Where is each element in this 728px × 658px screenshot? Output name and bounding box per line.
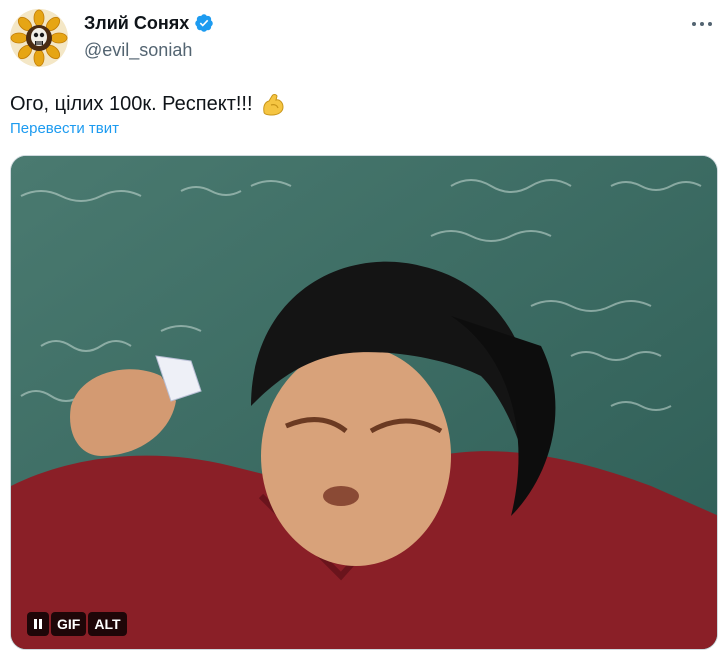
sunflower-skull-icon xyxy=(10,9,68,67)
author-handle[interactable]: @evil_soniah xyxy=(84,40,192,61)
gif-frame-image xyxy=(11,156,717,649)
gif-media[interactable]: GIF ALT xyxy=(10,155,718,650)
media-controls: GIF ALT xyxy=(27,612,127,636)
pause-icon xyxy=(34,619,42,629)
gif-badge[interactable]: GIF xyxy=(51,612,87,636)
tweet-card: Злий Сонях @evil_soniah Ого, цілих 100к.… xyxy=(0,0,728,658)
more-dots-icon xyxy=(692,22,712,26)
alt-text-button[interactable]: ALT xyxy=(88,612,127,636)
tweet-text: Ого, цілих 100к. Респект!!! xyxy=(10,93,253,115)
avatar[interactable] xyxy=(10,9,68,67)
author-name-row[interactable]: Злий Сонях xyxy=(84,12,214,34)
verified-badge-icon[interactable] xyxy=(194,13,214,33)
more-options-button[interactable] xyxy=(688,12,716,36)
pause-button[interactable] xyxy=(27,612,49,636)
flexed-biceps-icon xyxy=(259,90,287,118)
display-name[interactable]: Злий Сонях xyxy=(84,12,189,34)
tweet-text-row: Ого, цілих 100к. Респект!!! xyxy=(10,90,287,118)
translate-tweet-link[interactable]: Перевести твит xyxy=(10,120,119,137)
